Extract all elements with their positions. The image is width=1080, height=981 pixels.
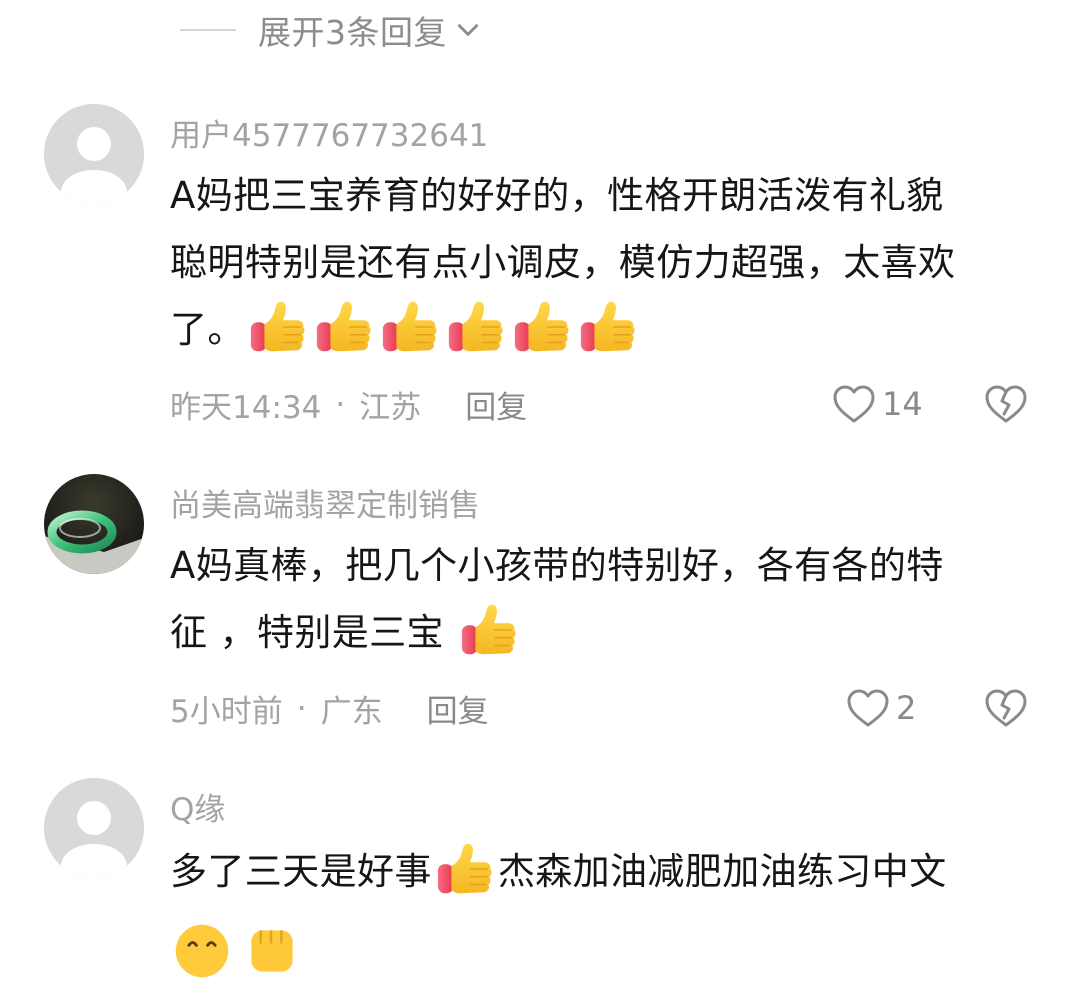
comment-line: 征 ，特别是三宝 <box>170 611 444 654</box>
username[interactable]: Q缘 <box>170 784 225 829</box>
comment-text-part: 多了三天是好事 <box>170 850 432 893</box>
comment-text-part: 杰森加油减肥加油练习中文 <box>497 850 947 893</box>
thumbs-up-emoji <box>313 297 375 359</box>
avatar[interactable] <box>44 474 144 574</box>
thumbs-up-emoji <box>458 600 520 662</box>
reply-button[interactable]: 回复 <box>465 382 527 427</box>
comment-line: 了。 <box>170 308 245 351</box>
reply-button[interactable]: 回复 <box>427 686 489 731</box>
comment-meta: 昨天14:34 · 江苏 回复 <box>170 382 527 427</box>
thumbs-up-emoji <box>247 297 309 359</box>
smiling-face-emoji <box>175 924 229 978</box>
comment-text: 多了三天是好事 杰森加油减肥加油练习中文 <box>170 838 1040 978</box>
fist-emoji <box>251 930 293 972</box>
divider-line <box>180 29 236 31</box>
thumbs-up-emoji <box>434 839 496 901</box>
expand-replies-label[interactable]: 展开3条回复 <box>258 6 447 54</box>
comment-line: A妈把三宝养育的好好的，性格开朗活泼有礼貌 <box>170 174 944 217</box>
username[interactable]: 尚美高端翡翠定制销售 <box>170 480 480 525</box>
broken-heart-icon[interactable] <box>984 688 1028 728</box>
thumbs-up-emoji <box>511 297 573 359</box>
comment-line: 聪明特别是还有点小调皮，模仿力超强，太喜欢 <box>170 241 956 284</box>
comment-text: A妈真棒，把几个小孩带的特别好，各有各的特 征 ，特别是三宝 <box>170 532 1040 666</box>
like-count: 14 <box>882 385 923 423</box>
thumbs-up-emoji <box>577 297 639 359</box>
comment-line: 多了三天是好事 杰森加油减肥加油练习中文 <box>170 838 1040 905</box>
avatar[interactable] <box>44 104 144 204</box>
default-avatar-icon <box>44 104 144 204</box>
timestamp: 5小时前 <box>170 694 283 730</box>
username[interactable]: 用户4577767732641 <box>170 110 488 155</box>
broken-heart-icon[interactable] <box>984 384 1028 424</box>
expand-replies-row[interactable]: 展开3条回复 <box>180 6 481 54</box>
default-avatar-icon <box>44 778 144 878</box>
like-button[interactable]: 14 <box>832 384 923 424</box>
emoji-row <box>245 308 641 351</box>
meta-separator: · <box>296 690 307 727</box>
comment-line-with-emoji: 了。 <box>170 296 1040 363</box>
like-button[interactable]: 2 <box>846 688 916 728</box>
thumbs-up-emoji <box>445 297 507 359</box>
comment-meta: 5小时前 · 广东 回复 <box>170 686 489 731</box>
jade-bangle-avatar-icon <box>44 474 144 574</box>
comment-line-with-emoji: 征 ，特别是三宝 <box>170 599 1040 666</box>
comment-line: A妈真棒，把几个小孩带的特别好，各有各的特 <box>170 544 944 587</box>
meta-separator: · <box>335 386 346 423</box>
heart-outline-icon <box>847 689 889 727</box>
like-count: 2 <box>896 689 917 727</box>
timestamp: 昨天14:34 <box>170 390 322 426</box>
comment-text: A妈把三宝养育的好好的，性格开朗活泼有礼貌 聪明特别是还有点小调皮，模仿力超强，… <box>170 162 1040 363</box>
avatar[interactable] <box>44 778 144 878</box>
emoji-row <box>456 611 522 654</box>
partial-emoji-row <box>170 905 1040 978</box>
chevron-down-icon[interactable] <box>455 17 481 43</box>
thumbs-up-emoji <box>379 297 441 359</box>
heart-outline-icon <box>833 385 875 423</box>
location: 广东 <box>320 694 383 730</box>
location: 江苏 <box>359 390 422 426</box>
